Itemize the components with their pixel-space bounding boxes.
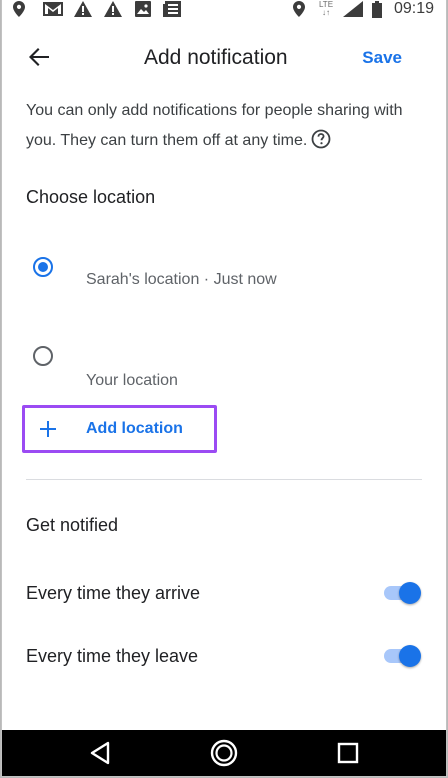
lte-indicator: LTE ↓↑ [315, 0, 337, 18]
image-icon [134, 0, 152, 18]
app-bar: Add notification Save [2, 22, 446, 94]
help-circle-icon[interactable] [311, 129, 331, 149]
add-location-button[interactable]: Add location [22, 405, 217, 453]
battery-icon [371, 0, 383, 18]
warning-icon [104, 0, 122, 18]
radio-label: Sarah's location · Just now [86, 271, 277, 288]
news-icon [163, 0, 181, 18]
page-title: Add notification [144, 46, 288, 69]
choose-location-heading: Choose location [26, 187, 156, 207]
switch-thumb [399, 645, 421, 667]
save-button[interactable]: Save [362, 46, 402, 70]
status-bar: LTE ↓↑ 09:19 [2, 0, 446, 22]
signal-icon [342, 0, 364, 18]
radio-button-selected[interactable] [33, 257, 53, 277]
toggle-row-arrive[interactable]: Every time they arrive [2, 573, 446, 613]
radio-button-unselected[interactable] [33, 346, 53, 366]
radio-label: Your location [86, 372, 178, 389]
toggle-label: Every time they arrive [26, 583, 201, 603]
plus-icon [38, 419, 58, 439]
info-message: You can only add notifications for peopl… [26, 102, 403, 149]
radio-option-sarah[interactable]: Sarah's location · Just now [2, 248, 446, 300]
add-location-label: Add location [86, 420, 183, 437]
leave-toggle-switch[interactable] [382, 645, 422, 667]
toggle-label: Every time they leave [26, 646, 199, 666]
divider [26, 479, 422, 480]
recents-square-icon[interactable] [334, 739, 362, 767]
get-notified-heading: Get notified [26, 515, 119, 535]
arrive-toggle-switch[interactable] [382, 582, 422, 604]
back-button[interactable] [24, 44, 54, 74]
arrow-back-icon [28, 46, 50, 73]
back-triangle-icon[interactable] [86, 739, 114, 767]
warning-icon [74, 0, 92, 18]
switch-thumb [399, 582, 421, 604]
location-pin-icon [12, 0, 26, 18]
gmail-icon [43, 0, 63, 18]
radio-option-your-location[interactable]: Your location [2, 337, 446, 393]
home-circle-icon[interactable] [210, 739, 238, 767]
data-arrows-icon: ↓↑ [322, 8, 330, 17]
toggle-row-leave[interactable]: Every time they leave [2, 636, 446, 676]
phone-screen: LTE ↓↑ 09:19 Add notification Save You c… [1, 0, 447, 777]
status-time: 09:19 [393, 0, 434, 17]
system-nav-bar [2, 730, 446, 776]
location-pin-icon [292, 0, 306, 18]
info-text: You can only add notifications for peopl… [26, 96, 406, 156]
